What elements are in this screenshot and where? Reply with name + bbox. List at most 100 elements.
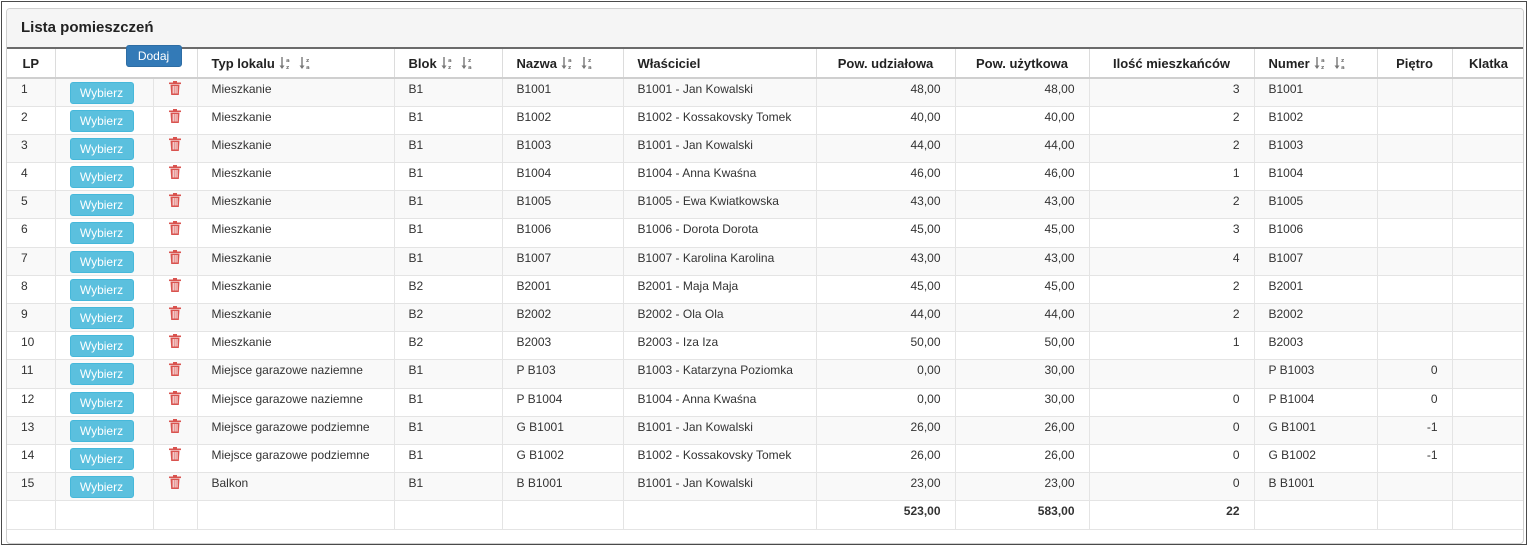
cell-typ: Mieszkanie (197, 303, 395, 333)
cell-klatka (1452, 218, 1523, 248)
cell-pow-udzialowa: 45,00 (816, 218, 956, 248)
sort-desc-icon[interactable]: za (581, 56, 595, 71)
delete-cell (153, 303, 198, 333)
cell-ilosc-mieszkancow: 4 (1089, 247, 1255, 276)
cell-blok: B2 (394, 275, 503, 305)
sort-desc-icon[interactable]: za (461, 56, 475, 71)
trash-icon[interactable] (169, 362, 181, 377)
cell-numer: B2002 (1254, 303, 1378, 333)
cell-wlasciciel: B2001 - Maja Maja (623, 275, 817, 305)
trash-icon[interactable] (169, 193, 181, 208)
sort-asc-icon[interactable]: az (279, 56, 293, 71)
cell-typ: Mieszkanie (197, 218, 395, 248)
cell-pow-udzialowa: 43,00 (816, 190, 956, 220)
cell-pietro: -1 (1377, 444, 1453, 474)
select-button[interactable]: Wybierz (69, 222, 134, 245)
add-button[interactable]: Dodaj (125, 45, 182, 67)
svg-text:z: z (286, 65, 289, 70)
cell-pow-uzytkowa: 30,00 (955, 388, 1090, 417)
cell-ilosc-mieszkancow: 2 (1089, 303, 1255, 333)
cell-blok: B2 (394, 331, 503, 361)
total-pow-uz: 583,00 (955, 500, 1090, 530)
delete-cell (153, 275, 198, 305)
totals-empty-cell (197, 500, 395, 530)
trash-icon[interactable] (169, 446, 181, 461)
trash-icon[interactable] (169, 108, 181, 123)
select-button[interactable]: Wybierz (69, 476, 134, 499)
total-pow-udz: 523,00 (816, 500, 956, 530)
table-row: 10 Wybierz Mieszkanie B2 B2003 B2003 - Iza Iz… (7, 331, 1523, 361)
select-button[interactable]: Wybierz (69, 82, 134, 104)
table-row: 7 Wybierz Mieszkanie B1 B1007 B1007 - Karolin… (7, 247, 1523, 276)
header-typ-label: Typ lokalu (211, 55, 275, 71)
cell-numer: G B1001 (1254, 416, 1378, 445)
cell-ilosc-mieszkancow: 1 (1089, 162, 1255, 192)
cell-nazwa: B1003 (502, 134, 624, 164)
header-typ: Typ lokalu a z z a (197, 49, 395, 79)
sort-desc-icon[interactable]: za (299, 56, 313, 71)
header-wlasciciel: Właściciel (623, 49, 817, 79)
cell-wlasciciel: B1005 - Ewa Kwiatkowska (623, 190, 817, 220)
cell-ilosc-mieszkancow: 3 (1089, 218, 1255, 248)
select-button[interactable]: Wybierz (69, 335, 134, 358)
cell-numer: B1001 (1254, 78, 1378, 107)
trash-icon[interactable] (169, 334, 181, 349)
trash-icon[interactable] (169, 306, 181, 320)
cell-lp: 13 (7, 416, 56, 445)
sort-asc-icon[interactable]: az (561, 56, 575, 71)
select-button[interactable]: Wybierz (69, 391, 134, 414)
cell-typ: Mieszkanie (197, 190, 395, 220)
sort-asc-icon[interactable]: az (441, 56, 455, 71)
header-klatka: Klatka (1452, 49, 1523, 79)
table-row: 3 Wybierz Mieszkanie B1 B1003 B1001 - Jan Kow… (7, 134, 1523, 164)
sort-desc-icon[interactable]: za (1334, 56, 1348, 71)
cell-nazwa: B B1001 (502, 472, 624, 502)
cell-lp: 11 (7, 359, 56, 389)
select-button[interactable]: Wybierz (69, 307, 134, 329)
select-button[interactable]: Wybierz (69, 278, 134, 301)
select-button[interactable]: Wybierz (69, 419, 134, 442)
cell-pow-udzialowa: 43,00 (816, 247, 956, 276)
cell-lp: 12 (7, 388, 56, 417)
trash-icon[interactable] (169, 136, 181, 151)
cell-pow-uzytkowa: 46,00 (955, 162, 1090, 192)
cell-pietro: 0 (1377, 359, 1453, 389)
totals-empty-cell (502, 500, 624, 530)
select-button[interactable]: Wybierz (69, 363, 134, 386)
cell-blok: B1 (394, 416, 503, 445)
totals-empty-cell (394, 500, 503, 530)
select-button[interactable]: Wybierz (69, 250, 134, 273)
cell-klatka (1452, 190, 1523, 220)
cell-ilosc-mieszkancow: 0 (1089, 472, 1255, 502)
delete-cell (153, 162, 198, 192)
cell-lp: 8 (7, 275, 56, 305)
cell-typ: Mieszkanie (197, 106, 395, 135)
select-button[interactable]: Wybierz (69, 137, 134, 160)
select-button[interactable]: Wybierz (69, 194, 134, 217)
trash-icon[interactable] (169, 475, 181, 490)
cell-nazwa: B1007 (502, 247, 624, 276)
sort-asc-icon[interactable]: az (1314, 56, 1328, 71)
select-button[interactable]: Wybierz (69, 166, 134, 189)
trash-icon[interactable] (169, 81, 181, 95)
trash-icon[interactable] (169, 221, 181, 236)
cell-ilosc-mieszkancow: 2 (1089, 134, 1255, 164)
trash-icon[interactable] (169, 277, 181, 292)
header-pow-udzialowa: Pow. udziałowa (816, 49, 956, 79)
cell-wlasciciel: B1001 - Jan Kowalski (623, 472, 817, 502)
select-button[interactable]: Wybierz (69, 447, 134, 470)
select-cell: Wybierz (55, 275, 154, 305)
cell-pietro (1377, 472, 1453, 502)
cell-pow-udzialowa: 44,00 (816, 134, 956, 164)
trash-icon[interactable] (169, 418, 181, 433)
cell-pow-udzialowa: 26,00 (816, 416, 956, 445)
cell-typ: Mieszkanie (197, 331, 395, 361)
header-nazwa: Nazwa a z z a (502, 49, 624, 79)
svg-text:a: a (468, 65, 472, 70)
cell-pietro (1377, 162, 1453, 192)
trash-icon[interactable] (169, 390, 181, 405)
trash-icon[interactable] (169, 165, 181, 180)
trash-icon[interactable] (169, 249, 181, 264)
select-button[interactable]: Wybierz (69, 109, 134, 132)
cell-ilosc-mieszkancow: 2 (1089, 275, 1255, 305)
